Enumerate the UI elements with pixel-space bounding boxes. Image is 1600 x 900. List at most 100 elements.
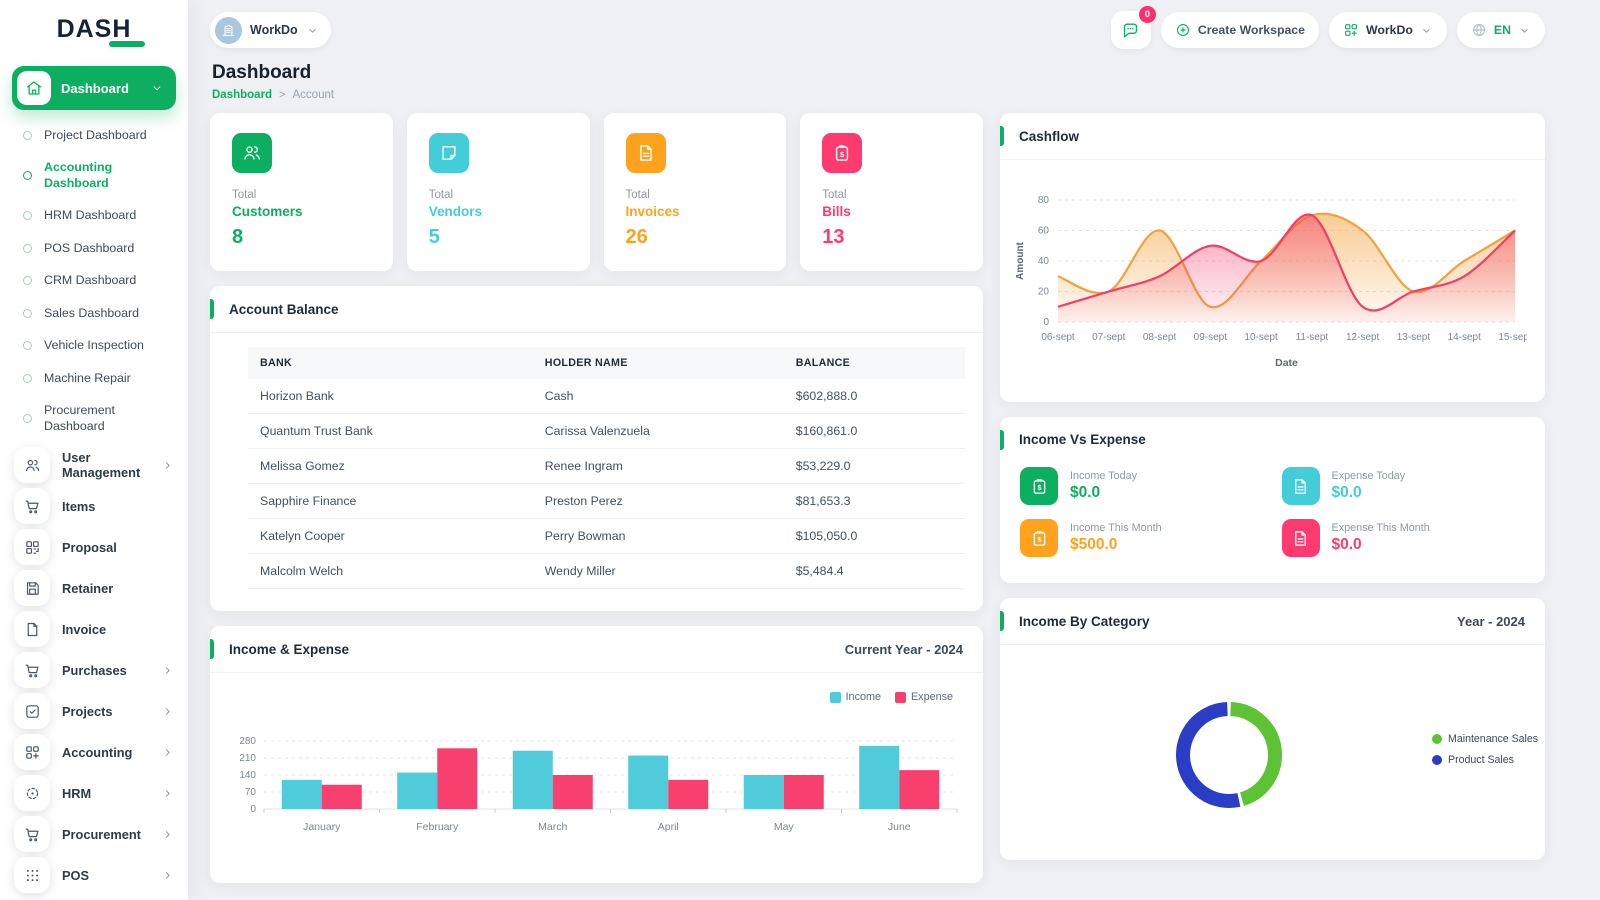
notifications-button[interactable]: 0 bbox=[1111, 11, 1151, 49]
dots-icon bbox=[14, 857, 50, 893]
svg-text:06-sept: 06-sept bbox=[1041, 332, 1075, 343]
bullet-ring-icon bbox=[23, 211, 32, 220]
sidebar-item-label: Retainer bbox=[62, 581, 113, 596]
svg-text:$: $ bbox=[1037, 484, 1041, 492]
sidebar-item-label: Invoice bbox=[62, 622, 106, 637]
sidebar-subitem-crm-dashboard[interactable]: CRM Dashboard bbox=[0, 265, 188, 298]
table-cell: Malcolm Welch bbox=[248, 554, 535, 589]
sidebar-item-user-management[interactable]: User Management bbox=[0, 445, 188, 486]
svg-text:08-sept: 08-sept bbox=[1143, 332, 1177, 343]
table-header-row: BANKHOLDER NAMEBALANCE bbox=[248, 347, 965, 379]
table-cell: Preston Perez bbox=[535, 484, 786, 519]
breadcrumb-dashboard[interactable]: Dashboard bbox=[212, 89, 272, 101]
stat-card-bills: $ Total Bills 13 bbox=[800, 113, 983, 271]
sidebar-subitem-pos-dashboard[interactable]: POS Dashboard bbox=[0, 232, 188, 265]
legend-item-expense[interactable]: Expense bbox=[895, 691, 953, 703]
sidebar-subitem-hrm-dashboard[interactable]: HRM Dashboard bbox=[0, 200, 188, 233]
sidebar-item-label: Items bbox=[62, 499, 95, 514]
legend-swatch bbox=[830, 692, 841, 703]
svg-text:70: 70 bbox=[245, 787, 257, 798]
sidebar-subitem-procurement-dashboard[interactable]: Procurement Dashboard bbox=[0, 395, 188, 443]
workspace-selector[interactable]: WorkDo bbox=[210, 12, 331, 48]
sidebar-item-purchases[interactable]: Purchases bbox=[0, 650, 188, 691]
sidebar-subitem-label: CRM Dashboard bbox=[44, 273, 136, 289]
svg-text:0: 0 bbox=[1043, 317, 1049, 328]
table-cell: $53,229.0 bbox=[786, 449, 965, 484]
ive-tile-expense-this-month: Expense This Month $0.0 bbox=[1282, 519, 1526, 557]
sidebar-subitem-sales-dashboard[interactable]: Sales Dashboard bbox=[0, 297, 188, 330]
svg-text:February: February bbox=[416, 821, 459, 833]
table-row: Katelyn CooperPerry Bowman$105,050.0 bbox=[248, 519, 965, 554]
svg-text:210: 210 bbox=[239, 753, 256, 764]
chevron-right-icon bbox=[161, 869, 174, 882]
table-cell: Horizon Bank bbox=[248, 379, 535, 414]
svg-text:07-sept: 07-sept bbox=[1092, 332, 1126, 343]
home-icon bbox=[17, 71, 51, 105]
sidebar-item-dashboard[interactable]: Dashboard bbox=[12, 66, 176, 110]
legend-item-income[interactable]: Income bbox=[830, 691, 881, 703]
sidebar-subitem-machine-repair[interactable]: Machine Repair bbox=[0, 362, 188, 395]
sidebar-subitem-project-dashboard[interactable]: Project Dashboard bbox=[0, 119, 188, 152]
table-row: Melissa GomezRenee Ingram$53,229.0 bbox=[248, 449, 965, 484]
app-switcher-button[interactable]: WorkDo bbox=[1329, 12, 1447, 48]
legend-item-maintenance-sales[interactable]: Maintenance Sales bbox=[1432, 733, 1538, 745]
card-accent bbox=[1000, 611, 1004, 631]
svg-text:14-sept: 14-sept bbox=[1448, 332, 1482, 343]
sidebar-item-label: User Management bbox=[62, 450, 149, 480]
stat-card-customers: Total Customers 8 bbox=[210, 113, 393, 271]
table-row: Horizon BankCash$602,888.0 bbox=[248, 379, 965, 414]
clipboard-dollar-icon: $ bbox=[1020, 519, 1058, 557]
table-cell: Quantum Trust Bank bbox=[248, 414, 535, 449]
plus-circle-icon bbox=[1175, 22, 1191, 38]
table-cell: Melissa Gomez bbox=[248, 449, 535, 484]
users-icon bbox=[14, 447, 50, 483]
table-cell: Wendy Miller bbox=[535, 554, 786, 589]
income-vs-expense-grid: $ Income Today $0.0 Expense Today $0.0 $… bbox=[1000, 461, 1545, 575]
table-column-header: HOLDER NAME bbox=[535, 347, 786, 379]
svg-text:March: March bbox=[538, 821, 567, 833]
svg-text:Date: Date bbox=[1275, 357, 1298, 369]
svg-text:11-sept: 11-sept bbox=[1296, 332, 1329, 343]
cashflow-card: Cashflow 02040608006-sept07-sept08-sept0… bbox=[1000, 113, 1545, 402]
sidebar-item-proposal[interactable]: Proposal bbox=[0, 527, 188, 568]
save-icon bbox=[14, 570, 50, 606]
stat-label: Total bbox=[232, 189, 371, 201]
app-logo[interactable]: DASH bbox=[0, 0, 188, 58]
sidebar-subitem-label: Machine Repair bbox=[44, 371, 131, 387]
svg-text:$: $ bbox=[840, 150, 845, 159]
sidebar-item-label: POS bbox=[62, 868, 89, 883]
sidebar-item-projects[interactable]: Projects bbox=[0, 691, 188, 732]
language-button[interactable]: EN bbox=[1457, 12, 1545, 48]
sidebar-submenu: Project Dashboard Accounting Dashboard H… bbox=[0, 114, 188, 445]
ive-value: $0.0 bbox=[1332, 536, 1430, 554]
table-cell: Cash bbox=[535, 379, 786, 414]
cart-icon bbox=[14, 652, 50, 688]
sidebar-item-label: Purchases bbox=[62, 663, 127, 678]
sidebar-item-accounting[interactable]: Accounting bbox=[0, 732, 188, 773]
sidebar-item-retainer[interactable]: Retainer bbox=[0, 568, 188, 609]
table-cell: $160,861.0 bbox=[786, 414, 965, 449]
cashflow-title: Cashflow bbox=[1019, 129, 1079, 144]
sidebar-item-invoice[interactable]: Invoice bbox=[0, 609, 188, 650]
notification-badge: 0 bbox=[1139, 6, 1156, 23]
topbar-actions: 0 Create Workspace WorkDo EN bbox=[1111, 11, 1545, 49]
create-workspace-button[interactable]: Create Workspace bbox=[1161, 12, 1319, 48]
bullet-ring-icon bbox=[23, 171, 32, 180]
svg-text:80: 80 bbox=[1038, 195, 1050, 206]
sidebar-item-procurement[interactable]: Procurement bbox=[0, 814, 188, 855]
sidebar-item-items[interactable]: Items bbox=[0, 486, 188, 527]
sidebar-item-pos[interactable]: POS bbox=[0, 855, 188, 896]
sidebar-subitem-accounting-dashboard[interactable]: Accounting Dashboard bbox=[0, 152, 188, 200]
globe-icon bbox=[1471, 22, 1487, 38]
income-vs-expense-title: Income Vs Expense bbox=[1019, 432, 1146, 447]
sidebar-subitem-vehicle-inspection[interactable]: Vehicle Inspection bbox=[0, 330, 188, 363]
legend-dot bbox=[1432, 734, 1442, 744]
sidebar-item-hrm[interactable]: HRM bbox=[0, 773, 188, 814]
svg-text:0: 0 bbox=[250, 804, 256, 815]
legend-item-product-sales[interactable]: Product Sales bbox=[1432, 754, 1538, 766]
grid-plus-icon bbox=[14, 734, 50, 770]
breadcrumb-current: Account bbox=[293, 89, 335, 101]
svg-text:09-sept: 09-sept bbox=[1194, 332, 1228, 343]
svg-text:January: January bbox=[303, 821, 341, 833]
svg-text:140: 140 bbox=[239, 770, 256, 781]
